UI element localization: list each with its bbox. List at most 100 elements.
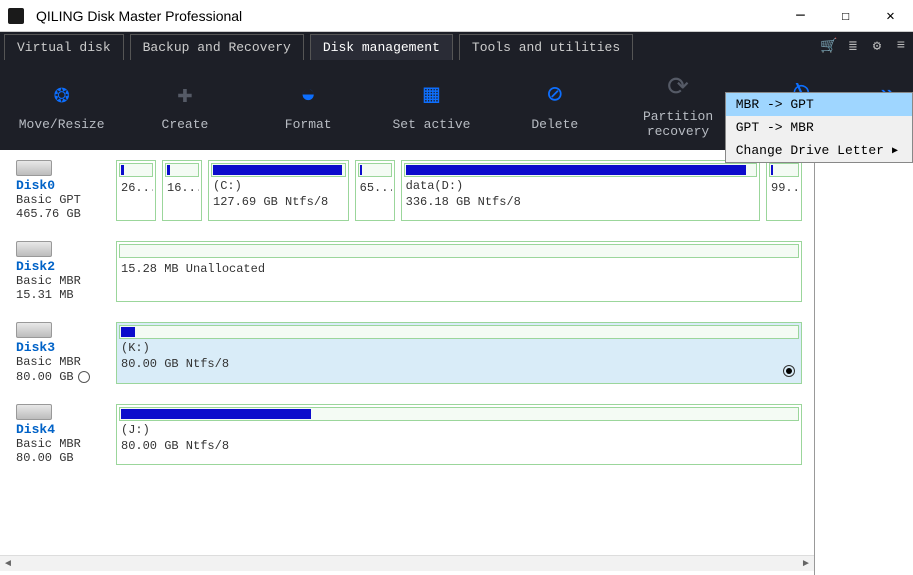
partition-label: (K:)	[119, 339, 799, 355]
disk-info: Disk2 Basic MBR 15.31 MB	[16, 241, 108, 302]
menu-label: GPT -> MBR	[736, 120, 814, 135]
scroll-right-button[interactable]: ►	[798, 556, 814, 572]
tool-label: Create	[162, 118, 209, 133]
hdd-icon	[16, 160, 52, 176]
tab-virtual-disk[interactable]: Virtual disk	[4, 34, 124, 60]
tab-label: Tools and utilities	[472, 40, 620, 55]
partition-size: 80.00 GB Ntfs/8	[119, 355, 799, 371]
partition[interactable]: 26...	[116, 160, 156, 221]
disk-name: Disk0	[16, 178, 108, 193]
disk-type: Basic MBR	[16, 437, 108, 451]
tool-delete[interactable]: ⊘ Delete	[493, 60, 616, 150]
menu-label: Change Drive Letter	[736, 143, 884, 158]
partition-size: 15.28 MB Unallocated	[119, 260, 799, 276]
tool-label: Move/Resize	[19, 118, 105, 133]
partitions: 15.28 MB Unallocated	[116, 241, 802, 302]
move-resize-icon: ❂	[54, 78, 70, 112]
tool-set-active[interactable]: ▦ Set active	[370, 60, 493, 150]
disk-radio[interactable]	[78, 371, 90, 383]
disk-info: Disk0 Basic GPT 465.76 GB	[16, 160, 108, 221]
partition-unallocated[interactable]: 15.28 MB Unallocated	[116, 241, 802, 302]
app-logo-icon	[8, 8, 24, 24]
disk-info: Disk4 Basic MBR 80.00 GB	[16, 404, 108, 465]
partition-label: data(D:)	[404, 177, 757, 193]
menu-gpt-to-mbr[interactable]: GPT -> MBR	[726, 116, 912, 139]
partition-c[interactable]: (C:) 127.69 GB Ntfs/8	[208, 160, 349, 221]
disk-type: Basic MBR	[16, 274, 108, 288]
partitions: (J:) 80.00 GB Ntfs/8	[116, 404, 802, 465]
disk-size: 15.31 MB	[16, 288, 108, 302]
minimize-button[interactable]: ─	[778, 1, 823, 31]
menu-icon[interactable]: ≡	[889, 32, 913, 60]
delete-icon: ⊘	[547, 78, 563, 112]
partition-size: 80.00 GB Ntfs/8	[119, 437, 799, 453]
disk-name: Disk2	[16, 259, 108, 274]
menu-change-drive-letter[interactable]: Change Drive Letter ▶	[726, 139, 912, 162]
tab-label: Disk management	[323, 40, 440, 55]
close-button[interactable]: ✕	[868, 1, 913, 31]
tool-format[interactable]: ◒ Format	[247, 60, 370, 150]
partition-recovery-icon: ⟳	[667, 70, 689, 104]
window-title: QILING Disk Master Professional	[32, 8, 778, 24]
partition-j[interactable]: (J:) 80.00 GB Ntfs/8	[116, 404, 802, 465]
tool-label: Partition recovery	[643, 110, 713, 140]
tab-backup-recovery[interactable]: Backup and Recovery	[130, 34, 304, 60]
tool-label: Delete	[531, 118, 578, 133]
disk-row-disk2[interactable]: Disk2 Basic MBR 15.31 MB 15.28 MB Unallo…	[0, 231, 814, 312]
disk-size: 80.00 GB	[16, 370, 74, 384]
disk-row-disk3[interactable]: Disk3 Basic MBR 80.00 GB (K:) 80.00 GB N…	[0, 312, 814, 394]
list-icon[interactable]: ≣	[841, 32, 865, 60]
tab-label: Virtual disk	[17, 40, 111, 55]
tool-partition-recovery[interactable]: ⟳ Partition recovery	[616, 60, 739, 150]
tool-label: Set active	[392, 118, 470, 133]
disk-type: Basic MBR	[16, 355, 108, 369]
format-icon: ◒	[300, 78, 316, 112]
disk-list: Disk0 Basic GPT 465.76 GB 26... 16... (C…	[0, 150, 814, 571]
partition-d[interactable]: data(D:) 336.18 GB Ntfs/8	[401, 160, 760, 221]
partition-label: (C:)	[211, 177, 346, 193]
hdd-icon	[16, 241, 52, 257]
tab-disk-management[interactable]: Disk management	[310, 34, 453, 60]
tool-label: Format	[285, 118, 332, 133]
menu-mbr-to-gpt[interactable]: MBR -> GPT	[726, 93, 912, 116]
disk-row-disk4[interactable]: Disk4 Basic MBR 80.00 GB (J:) 80.00 GB N…	[0, 394, 814, 475]
disk-size: 80.00 GB	[16, 451, 108, 465]
disk-name: Disk4	[16, 422, 108, 437]
disk-info: Disk3 Basic MBR 80.00 GB	[16, 322, 108, 384]
titlebar: QILING Disk Master Professional ─ ☐ ✕	[0, 0, 913, 32]
disk-row-disk0[interactable]: Disk0 Basic GPT 465.76 GB 26... 16... (C…	[0, 150, 814, 231]
partition-size: 16...	[165, 179, 199, 195]
tab-tools-utilities[interactable]: Tools and utilities	[459, 34, 633, 60]
cart-icon[interactable]: 🛒	[817, 32, 841, 60]
partition-k-selected[interactable]: (K:) 80.00 GB Ntfs/8	[116, 322, 802, 384]
set-active-icon: ▦	[424, 78, 440, 112]
disk-name: Disk3	[16, 340, 108, 355]
maximize-button[interactable]: ☐	[823, 1, 868, 31]
main-tabs: Virtual disk Backup and Recovery Disk ma…	[0, 32, 913, 60]
partitions: (K:) 80.00 GB Ntfs/8	[116, 322, 802, 384]
partition[interactable]: 99...	[766, 160, 802, 221]
tool-create[interactable]: ✚ Create	[123, 60, 246, 150]
tab-label: Backup and Recovery	[143, 40, 291, 55]
submenu-arrow-icon: ▶	[892, 145, 898, 157]
hdd-icon	[16, 404, 52, 420]
disk-type: Basic GPT	[16, 193, 108, 207]
partition-size: 127.69 GB Ntfs/8	[211, 193, 346, 209]
gear-icon[interactable]: ⚙	[865, 32, 889, 60]
partition[interactable]: 16...	[162, 160, 202, 221]
hdd-icon	[16, 322, 52, 338]
menu-label: MBR -> GPT	[736, 97, 814, 112]
horizontal-scrollbar[interactable]: ◄ ►	[0, 555, 814, 571]
partition-size: 99...	[769, 179, 799, 195]
scroll-left-button[interactable]: ◄	[0, 556, 16, 572]
partition-selected-radio[interactable]	[783, 365, 795, 377]
partition-size: 336.18 GB Ntfs/8	[404, 193, 757, 209]
disk-size: 465.76 GB	[16, 207, 108, 221]
partition[interactable]: 65...	[355, 160, 395, 221]
tool-move-resize[interactable]: ❂ Move/Resize	[0, 60, 123, 150]
pane-divider	[814, 150, 815, 575]
partition-size: 65...	[358, 179, 392, 195]
partition-label: (J:)	[119, 421, 799, 437]
more-popup: MBR -> GPT GPT -> MBR Change Drive Lette…	[725, 92, 913, 163]
create-icon: ✚	[177, 78, 193, 112]
